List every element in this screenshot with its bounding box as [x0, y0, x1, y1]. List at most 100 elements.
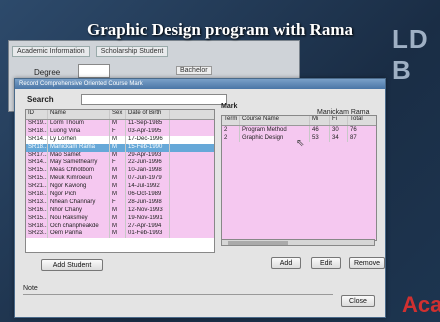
- student-dob-cell: 19-Nov-1991: [126, 214, 170, 223]
- student-name-cell: Och chanpheakde: [48, 222, 110, 231]
- student-name-cell: Lorm Thoum: [48, 120, 110, 128]
- col-fi[interactable]: Fi: [330, 116, 348, 125]
- student-name-cell: Nhean Channary: [48, 198, 110, 207]
- student-id-cell: SR16...: [28, 206, 48, 215]
- student-sex-cell: M: [110, 151, 126, 160]
- student-sex-cell: M: [110, 191, 126, 199]
- col-name[interactable]: Name: [48, 110, 110, 119]
- mark-mi-cell: 53: [310, 134, 330, 142]
- student-row[interactable]: SR14... Ly Lorhen M 17-Dec-1996: [26, 135, 214, 144]
- student-row[interactable]: SR18... Manickam Rama M 15-Feb-1990: [26, 143, 214, 152]
- student-name-cell: Nou Raksmey: [48, 214, 110, 223]
- student-row[interactable]: SR14... May Samethearry F 22-Jun-1996: [26, 159, 214, 168]
- add-button[interactable]: Add: [271, 257, 301, 269]
- student-sex-cell: M: [110, 120, 126, 128]
- degree-field[interactable]: [78, 64, 110, 78]
- student-name-cell: Ngor Kaviong: [48, 183, 110, 192]
- edit-button[interactable]: Edit: [311, 257, 341, 269]
- student-id-cell: SR15...: [28, 214, 48, 223]
- col-mi[interactable]: Mi: [310, 116, 330, 125]
- student-row[interactable]: SR16... Nhor Chany M 12-Nov-1993: [26, 206, 214, 215]
- student-sex-cell: M: [110, 214, 126, 223]
- bachelor-option[interactable]: Bachelor: [176, 66, 212, 75]
- student-id-cell: SR14...: [28, 135, 48, 144]
- student-row[interactable]: SR13... Nhean Channary F 28-Jun-1998: [26, 198, 214, 207]
- scroll-thumb[interactable]: [228, 241, 288, 245]
- student-dob-cell: 15-Feb-1990: [126, 143, 170, 152]
- student-sex-cell: M: [110, 230, 126, 239]
- note-field[interactable]: [23, 294, 333, 295]
- student-name-cell: Manickam Rama: [48, 143, 110, 152]
- student-dob-cell: 10-Jan-1998: [126, 167, 170, 176]
- student-row[interactable]: SR18... Ngor Pich M 06-Oct-1989: [26, 191, 214, 199]
- student-row[interactable]: SR19... Lorm Thoum M 11-Sep-1985: [26, 120, 214, 128]
- student-dob-cell: 01-Feb-1993: [126, 230, 170, 239]
- col-total[interactable]: Total: [348, 116, 376, 125]
- mark-table[interactable]: Term Course Name Mi Fi Total 2 Program Me…: [221, 115, 377, 241]
- student-sex-cell: F: [110, 159, 126, 168]
- student-name-cell: Ly Lorhen: [48, 135, 110, 144]
- student-name-cell: Oem Panha: [48, 230, 110, 239]
- student-row[interactable]: SR18... Och chanpheakde M 27-Apr-1994: [26, 222, 214, 231]
- brand-text-bottom: Aca: [402, 292, 440, 317]
- student-dob-cell: 07-Jun-1979: [126, 175, 170, 184]
- video-overlay-title: Graphic Design program with Rama: [86, 20, 353, 39]
- student-dob-cell: 28-Jun-1998: [126, 198, 170, 207]
- close-button[interactable]: Close: [341, 295, 375, 307]
- student-table[interactable]: ID Name Sex Date of Birth SR19... Lorm Th…: [25, 109, 215, 253]
- mark-fi-cell: 30: [330, 126, 348, 134]
- student-id-cell: SR19...: [28, 120, 48, 128]
- search-input[interactable]: [81, 94, 227, 105]
- student-dob-cell: 17-Dec-1996: [126, 135, 170, 144]
- student-table-header: ID Name Sex Date of Birth: [26, 110, 214, 120]
- col-dob[interactable]: Date of Birth: [126, 110, 170, 119]
- student-sex-cell: M: [110, 135, 126, 144]
- student-dob-cell: 22-Jun-1996: [126, 159, 170, 168]
- tab-academic-information[interactable]: Academic Information: [12, 46, 90, 57]
- col-sex[interactable]: Sex: [110, 110, 126, 119]
- dialog-title: Record Comprehensive Oriented Course Mar…: [15, 79, 385, 89]
- student-name-cell: Luong Vina: [48, 127, 110, 136]
- degree-label: Degree: [34, 68, 61, 77]
- mark-course-cell: Program Method: [240, 126, 310, 134]
- student-dob-cell: 29-Apr-1993: [126, 151, 170, 160]
- student-row[interactable]: SR17... Mao Samet M 29-Apr-1993: [26, 151, 214, 160]
- student-sex-cell: M: [110, 183, 126, 192]
- student-dob-cell: 11-Sep-1985: [126, 120, 170, 128]
- add-student-button[interactable]: Add Student: [41, 259, 103, 271]
- note-label: Note: [23, 285, 38, 292]
- student-row[interactable]: SR18... Luong Vina F 03-Apr-1995: [26, 127, 214, 136]
- mark-table-hscrollbar[interactable]: [221, 239, 375, 246]
- col-term[interactable]: Term: [222, 116, 240, 125]
- col-course-name[interactable]: Course Name: [240, 116, 310, 125]
- student-sex-cell: M: [110, 206, 126, 215]
- student-id-cell: SR18...: [28, 127, 48, 136]
- student-dob-cell: 14-Jul-1992: [126, 183, 170, 192]
- mark-term-cell: 2: [222, 126, 240, 134]
- mark-mi-cell: 46: [310, 126, 330, 134]
- student-row[interactable]: SR21... Ngor Kaviong M 14-Jul-1992: [26, 183, 214, 192]
- student-row[interactable]: SR15... Meas Chhotbom M 10-Jan-1998: [26, 167, 214, 176]
- student-name-cell: May Samethearry: [48, 159, 110, 168]
- mark-row[interactable]: 2 Program Method 46 30 76: [222, 126, 376, 134]
- student-row[interactable]: SR15... Nou Raksmey M 19-Nov-1991: [26, 214, 214, 223]
- student-dob-cell: 06-Oct-1989: [126, 191, 170, 199]
- student-sex-cell: M: [110, 175, 126, 184]
- student-sex-cell: F: [110, 127, 126, 136]
- tab-scholarship-student[interactable]: Scholarship Student: [95, 46, 169, 57]
- student-id-cell: SR18...: [28, 143, 48, 152]
- record-course-mark-dialog: Record Comprehensive Oriented Course Mar…: [14, 78, 386, 318]
- student-name-cell: Mao Samet: [48, 151, 110, 160]
- student-id-cell: SR21...: [28, 183, 48, 192]
- mark-label: Mark: [221, 103, 238, 110]
- search-label: Search: [27, 95, 54, 104]
- student-sex-cell: F: [110, 198, 126, 207]
- student-row[interactable]: SR23... Oem Panha M 01-Feb-1993: [26, 230, 214, 239]
- col-id[interactable]: ID: [26, 110, 48, 119]
- student-sex-cell: M: [110, 143, 126, 152]
- student-id-cell: SR18...: [28, 222, 48, 231]
- student-dob-cell: 27-Apr-1994: [126, 222, 170, 231]
- student-row[interactable]: SR15... Meuk Kimroeun M 07-Jun-1979: [26, 175, 214, 184]
- remove-button[interactable]: Remove: [349, 257, 385, 269]
- student-name-cell: Ngor Pich: [48, 191, 110, 199]
